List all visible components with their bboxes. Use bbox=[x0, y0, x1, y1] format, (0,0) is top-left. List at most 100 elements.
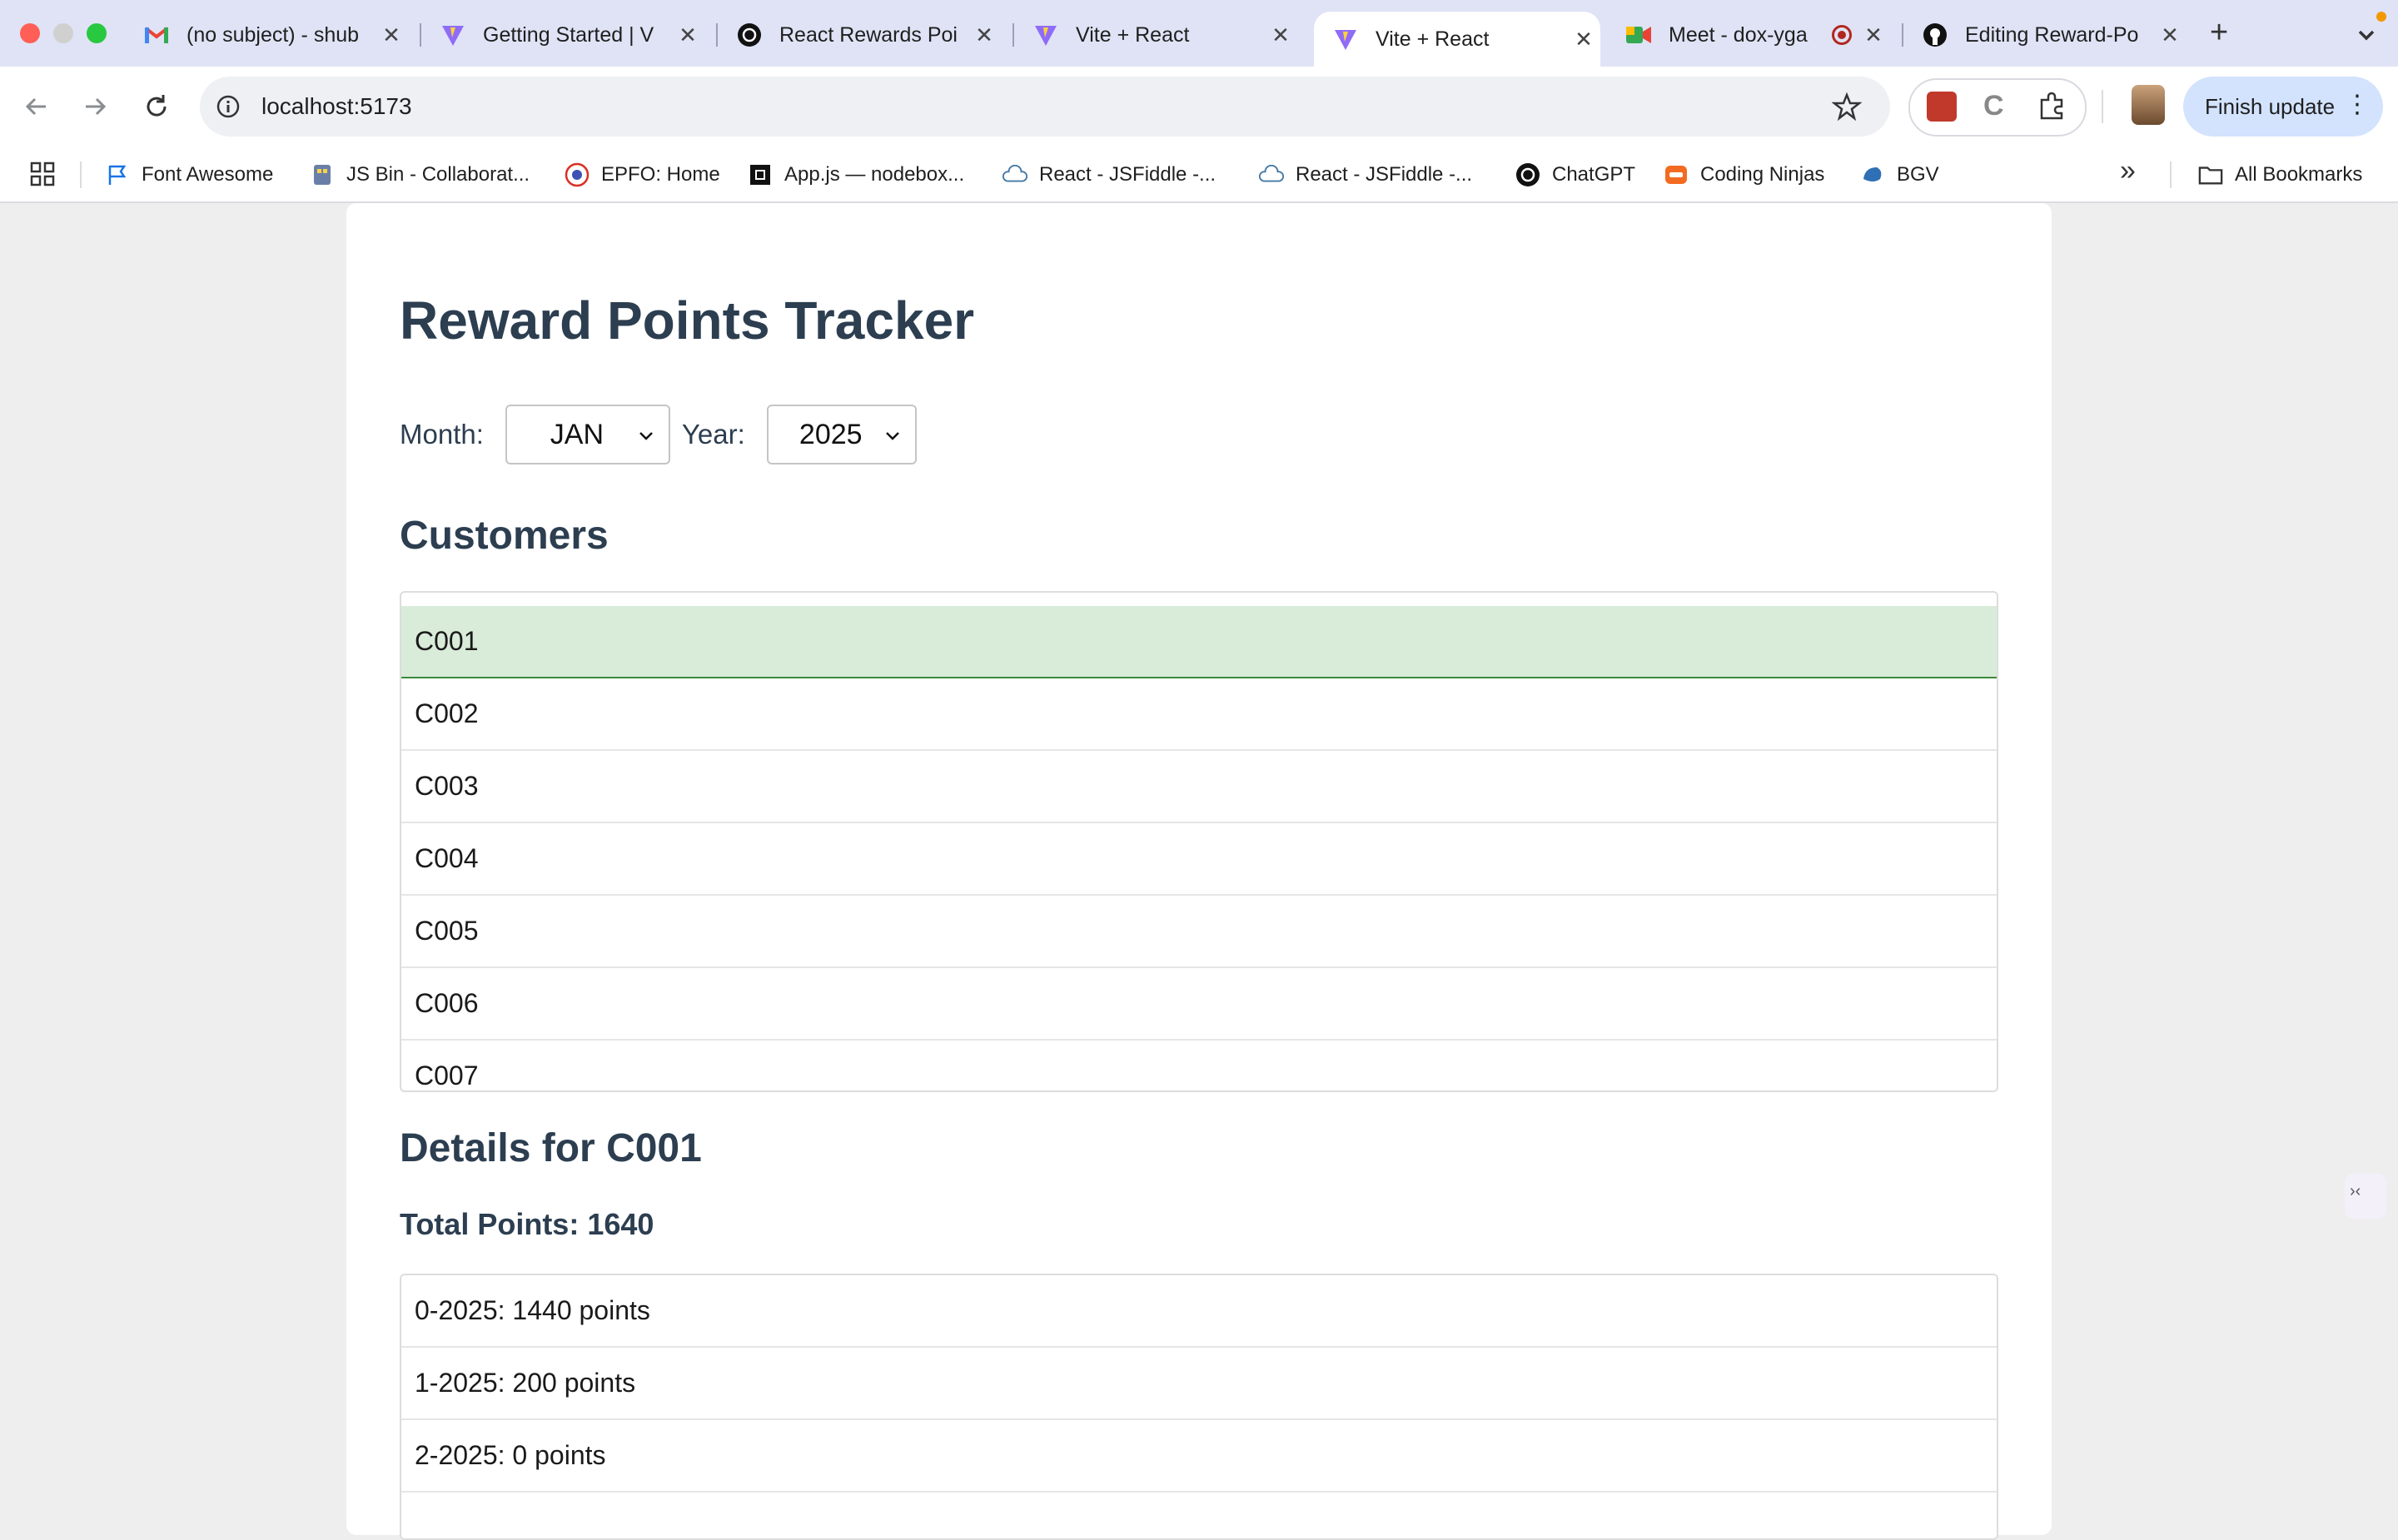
bookmark-label: React - JSFiddle -... bbox=[1039, 163, 1216, 186]
close-icon[interactable]: ✕ bbox=[1567, 27, 1600, 52]
bookmark-item[interactable]: ChatGPT bbox=[1515, 158, 1635, 191]
url-text: localhost:5173 bbox=[261, 93, 412, 119]
extension-icon[interactable]: C bbox=[1983, 90, 2004, 122]
chevron-down-icon bbox=[2358, 30, 2375, 41]
recording-icon bbox=[1832, 25, 1852, 45]
year-value: 2025 bbox=[799, 418, 863, 450]
tab-title: Getting Started | V bbox=[483, 22, 654, 47]
gmail-icon bbox=[143, 22, 170, 48]
close-icon[interactable]: ✕ bbox=[2153, 22, 2187, 48]
bookmark-item[interactable]: React - JSFiddle -... bbox=[1259, 158, 1472, 191]
browser-tab-active[interactable]: Vite + React ✕ bbox=[1314, 12, 1600, 67]
jsbin-icon bbox=[310, 162, 335, 187]
tab-title: Vite + React bbox=[1376, 27, 1490, 51]
forward-button[interactable] bbox=[75, 87, 115, 127]
puzzle-icon[interactable] bbox=[2035, 90, 2068, 123]
year-select[interactable]: 2025 bbox=[766, 405, 917, 464]
close-icon[interactable]: ✕ bbox=[375, 22, 408, 48]
bookmark-label: App.js — nodebox... bbox=[784, 163, 965, 186]
browser-tab[interactable]: Vite + React ✕ bbox=[1014, 12, 1297, 58]
chatgpt-icon bbox=[736, 22, 763, 48]
divider bbox=[2170, 161, 2172, 188]
new-tab-button[interactable]: + bbox=[2210, 15, 2228, 51]
customer-item[interactable]: C007 bbox=[401, 1041, 1997, 1090]
avatar[interactable] bbox=[2132, 85, 2165, 125]
bookmark-label: EPFO: Home bbox=[601, 163, 720, 186]
year-label: Year: bbox=[681, 419, 745, 450]
bookmark-label: BGV bbox=[1897, 163, 1939, 186]
monthly-points-list: 0-2025: 1440 points 1-2025: 200 points 2… bbox=[400, 1274, 1998, 1540]
close-icon[interactable]: ✕ bbox=[671, 22, 704, 48]
maximize-window-button[interactable] bbox=[87, 23, 107, 43]
finish-update-button[interactable]: Finish update ⋮ bbox=[2183, 77, 2383, 137]
tab-search-button[interactable] bbox=[2348, 12, 2386, 53]
divider bbox=[2102, 90, 2103, 123]
close-icon[interactable]: ✕ bbox=[968, 22, 1001, 48]
tab-title: Vite + React bbox=[1076, 22, 1190, 47]
browser-tab[interactable]: Getting Started | V ✕ bbox=[421, 12, 704, 58]
customer-list[interactable]: C001 C002 C003 C004 C005 C006 C007 bbox=[400, 591, 1998, 1092]
all-bookmarks-button[interactable]: All Bookmarks bbox=[2198, 158, 2362, 191]
month-select[interactable]: JAN bbox=[505, 405, 670, 464]
browser-tab[interactable]: (no subject) - shub ✕ bbox=[125, 12, 408, 58]
customer-item[interactable]: C005 bbox=[401, 896, 1997, 968]
apps-grid-icon[interactable] bbox=[30, 161, 55, 186]
reload-button[interactable] bbox=[137, 87, 177, 127]
vite-icon bbox=[440, 22, 466, 48]
browser-tab[interactable]: Editing Reward-Po ✕ bbox=[1903, 12, 2187, 58]
bookmark-item[interactable]: Font Awesome bbox=[105, 158, 273, 191]
list-item: 2-2025: 0 points bbox=[401, 1420, 1997, 1493]
customer-id: C001 bbox=[415, 626, 479, 656]
bgv-icon bbox=[1860, 162, 1885, 187]
page-title: Reward Points Tracker bbox=[400, 291, 975, 350]
monthly-points: 1-2025: 200 points bbox=[415, 1368, 636, 1398]
codingninjas-icon bbox=[1664, 162, 1689, 187]
extensions-group: C bbox=[1908, 78, 2087, 137]
bookmark-item[interactable]: EPFO: Home bbox=[565, 158, 720, 191]
customer-item-selected[interactable]: C001 bbox=[401, 606, 1997, 678]
tab-title: (no subject) - shub bbox=[187, 22, 360, 47]
bookmark-item[interactable]: BGV bbox=[1860, 158, 1939, 191]
tab-title: Editing Reward-Po bbox=[1965, 22, 2139, 47]
bookmark-item[interactable]: App.js — nodebox... bbox=[748, 158, 964, 191]
customer-id: C004 bbox=[415, 843, 479, 873]
close-icon[interactable]: ✕ bbox=[1264, 22, 1297, 48]
back-button[interactable] bbox=[17, 87, 57, 127]
site-info-icon[interactable] bbox=[215, 93, 241, 120]
browser-tab[interactable]: React Rewards Poi ✕ bbox=[718, 12, 1001, 58]
month-label: Month: bbox=[400, 419, 484, 450]
customer-item[interactable]: C002 bbox=[401, 678, 1997, 751]
extension-icon[interactable] bbox=[1927, 92, 1957, 122]
bookmark-item[interactable]: Coding Ninjas bbox=[1664, 158, 1824, 191]
close-window-button[interactable] bbox=[20, 23, 40, 43]
list-item: 0-2025: 1440 points bbox=[401, 1275, 1997, 1348]
customer-item[interactable]: C006 bbox=[401, 968, 1997, 1041]
more-vert-icon: ⋮ bbox=[2345, 91, 2370, 118]
tab-title: React Rewards Poi bbox=[779, 22, 958, 47]
more-bookmarks-icon[interactable]: » bbox=[2120, 155, 2136, 187]
chatgpt-icon bbox=[1515, 162, 1540, 187]
customer-id: C006 bbox=[415, 988, 479, 1018]
month-value: JAN bbox=[550, 418, 604, 450]
customer-id: C003 bbox=[415, 771, 479, 801]
all-bookmarks-label: All Bookmarks bbox=[2235, 163, 2363, 186]
jsfiddle-icon bbox=[1259, 162, 1284, 187]
address-bar[interactable]: localhost:5173 bbox=[200, 77, 1890, 137]
floating-widget[interactable]: ›‹ bbox=[2345, 1174, 2386, 1219]
browser-toolbar: localhost:5173 C Finish update ⋮ bbox=[0, 67, 2398, 147]
customer-item[interactable]: C003 bbox=[401, 751, 1997, 823]
bookmark-item[interactable]: React - JSFiddle -... bbox=[1002, 158, 1216, 191]
minimize-window-button[interactable] bbox=[53, 23, 73, 43]
customer-id: C005 bbox=[415, 916, 479, 946]
epfo-icon bbox=[565, 162, 590, 187]
chevron-down-icon bbox=[885, 432, 899, 440]
github-icon bbox=[1922, 22, 1948, 48]
bookmark-star-icon[interactable] bbox=[1831, 92, 1863, 122]
bookmark-item[interactable]: JS Bin - Collaborat... bbox=[310, 158, 530, 191]
code-icon: ›‹ bbox=[2350, 1182, 2361, 1200]
vite-icon bbox=[1332, 26, 1359, 52]
browser-tab[interactable]: Meet - dox-yga ✕ bbox=[1607, 12, 1890, 58]
tab-bar: (no subject) - shub ✕ Getting Started | … bbox=[0, 0, 2398, 67]
close-icon[interactable]: ✕ bbox=[1857, 22, 1890, 48]
customer-item[interactable]: C004 bbox=[401, 823, 1997, 896]
